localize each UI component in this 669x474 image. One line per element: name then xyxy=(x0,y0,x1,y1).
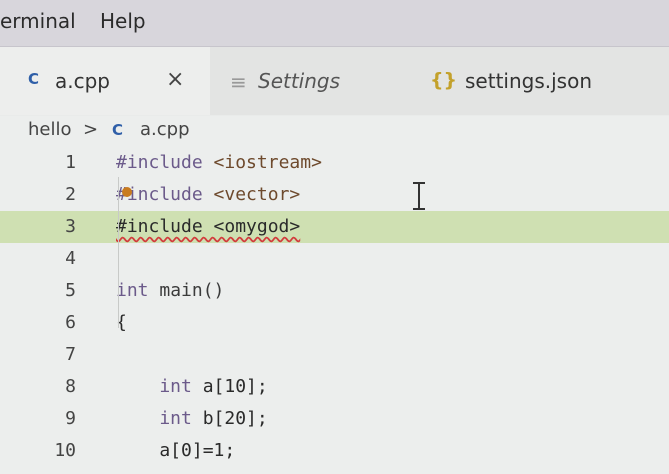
tab-label-settings-json: settings.json xyxy=(465,69,593,93)
tab-settings[interactable]: ≡ Settings xyxy=(210,47,410,115)
line-number: 7 xyxy=(65,344,76,365)
line-number: 4 xyxy=(65,248,76,269)
menu-item-help[interactable]: Help xyxy=(100,9,146,33)
settings-icon: ≡ xyxy=(230,70,247,94)
editor-line[interactable]: 9 int b[20]; xyxy=(0,403,669,435)
code-line[interactable]: #include <vector> xyxy=(116,179,300,211)
code-token: <vector> xyxy=(213,184,301,205)
code-token: int xyxy=(116,280,160,301)
code-token: int xyxy=(116,408,203,429)
line-number: 9 xyxy=(65,408,76,429)
cpp-file-icon: C xyxy=(112,121,124,139)
editor-line[interactable]: 10 a[0]=1; xyxy=(0,435,669,467)
breadcrumb-folder[interactable]: hello xyxy=(28,119,72,140)
line-number: 10 xyxy=(54,440,76,461)
code-line[interactable]: #include <iostream> xyxy=(116,147,322,179)
code-editor[interactable]: 1 #include <iostream> 2 #include <vector… xyxy=(0,146,669,474)
code-line-error[interactable]: #include <omygod> xyxy=(116,211,300,243)
cpp-file-icon: C xyxy=(28,70,40,88)
code-line[interactable]: int main() xyxy=(116,275,224,307)
editor-line[interactable]: 7 xyxy=(0,339,669,371)
tab-settings-json[interactable]: {} settings.json xyxy=(410,47,630,115)
editor-line-current[interactable]: 3 #include <omygod> xyxy=(0,211,669,243)
editor-line[interactable]: 5 int main() xyxy=(0,275,669,307)
close-icon[interactable]: × xyxy=(166,67,184,92)
menu-bar: erminal Help xyxy=(0,0,669,47)
menu-item-terminal[interactable]: erminal xyxy=(0,9,76,33)
code-line[interactable]: a[0]=1; xyxy=(116,435,235,467)
code-token: #include xyxy=(116,152,214,173)
line-number: 6 xyxy=(65,312,76,333)
json-braces-icon: {} xyxy=(430,69,458,91)
code-token: int xyxy=(116,376,203,397)
code-token: main() xyxy=(159,280,225,301)
code-line[interactable]: int b[20]; xyxy=(116,403,268,435)
line-number: 5 xyxy=(65,280,76,301)
breakpoint-icon[interactable] xyxy=(122,187,132,197)
code-token: b[20]; xyxy=(202,408,268,429)
code-line[interactable]: int a[10]; xyxy=(116,371,268,403)
line-number: 2 xyxy=(65,184,76,205)
editor-line[interactable]: 8 int a[10]; xyxy=(0,371,669,403)
code-token: <iostream> xyxy=(213,152,322,173)
tab-a-cpp[interactable]: C a.cpp × xyxy=(0,47,210,115)
tab-bar: C a.cpp × ≡ Settings {} settings.json xyxy=(0,47,669,115)
line-number: 1 xyxy=(65,152,76,173)
tab-label-a-cpp: a.cpp xyxy=(55,69,110,93)
tab-label-settings: Settings xyxy=(258,69,341,93)
breadcrumb-separator: > xyxy=(83,119,99,140)
breadcrumb: hello > C a.cpp xyxy=(0,116,669,146)
indent-guide xyxy=(118,177,119,328)
editor-line[interactable]: 4 xyxy=(0,243,669,275)
breadcrumb-file[interactable]: a.cpp xyxy=(140,119,190,140)
text-cursor-icon xyxy=(413,182,425,210)
editor-line[interactable]: 2 #include <vector> xyxy=(0,179,669,211)
line-number: 8 xyxy=(65,376,76,397)
code-token: a[10]; xyxy=(202,376,268,397)
editor-line[interactable]: 1 #include <iostream> xyxy=(0,147,669,179)
editor-line[interactable]: 6 { xyxy=(0,307,669,339)
line-number: 3 xyxy=(65,216,76,237)
